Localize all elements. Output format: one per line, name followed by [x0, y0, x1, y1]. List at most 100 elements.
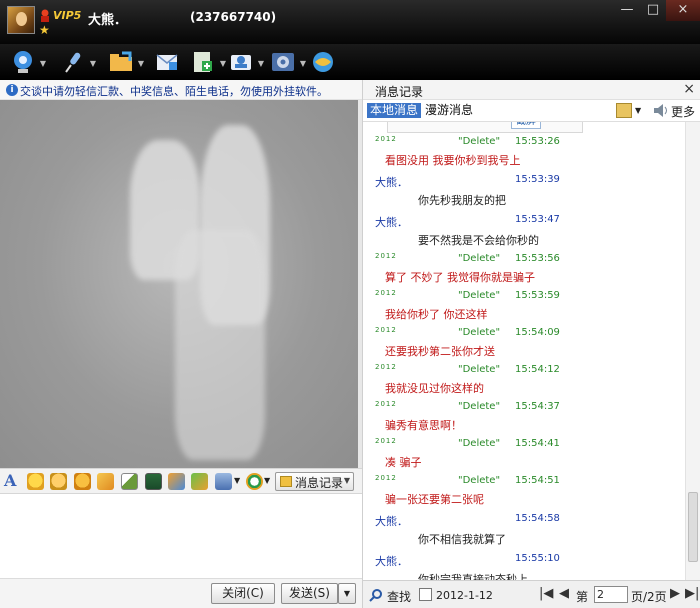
hand-icon[interactable]	[97, 473, 114, 490]
speaker-icon[interactable]	[652, 103, 668, 118]
page-prefix: 第	[576, 590, 589, 604]
send-file-button[interactable]: ▼	[108, 49, 144, 75]
safety-warning-text: 交谈中请勿轻信汇款、中奖信息、陌生电话，勿使用外挂软件。	[20, 85, 328, 98]
avatar[interactable]	[7, 6, 35, 34]
deleted-label: "Delete"	[458, 401, 501, 412]
voice-call-button[interactable]: ▼	[60, 49, 96, 75]
send-bar: 关闭(C) 发送(S) ▼	[0, 578, 362, 608]
scrollbar-thumb[interactable]	[688, 492, 698, 562]
maximize-button[interactable]: □	[640, 0, 666, 21]
close-window-button[interactable]: ×	[666, 0, 700, 21]
prev-page-button[interactable]: ◀	[559, 586, 569, 601]
message-time: 15:53:26	[515, 136, 560, 147]
gear-icon	[272, 53, 294, 71]
app-center-button[interactable]	[310, 49, 336, 75]
screenshot-icon[interactable]	[215, 473, 232, 490]
sms-button[interactable]	[154, 49, 180, 75]
message-text: 算了 不妙了 我觉得你就是骗子	[385, 271, 535, 284]
history-title: 消息记录	[375, 85, 424, 99]
music-icon[interactable]	[168, 473, 185, 490]
more-button[interactable]: 更多	[671, 103, 695, 120]
message-year: 2012	[375, 289, 397, 297]
emoji-icon[interactable]	[27, 473, 44, 490]
message-year: 2012	[375, 326, 397, 334]
shake-icon[interactable]	[74, 473, 91, 490]
app-button[interactable]: ▼	[190, 49, 226, 75]
history-scrollbar[interactable]	[685, 122, 700, 580]
webcam-icon	[14, 51, 32, 73]
message-sender-row: 大熊． 15:53:39	[363, 174, 685, 190]
font-icon[interactable]: A	[4, 471, 16, 490]
video-call-button[interactable]: ▼	[10, 49, 46, 75]
page-number-input[interactable]: 2	[594, 586, 628, 603]
message-text: 骗秀有意思啊！	[385, 419, 462, 432]
message-text: 骗一张还要第二张呢	[385, 493, 484, 506]
message-text: 你不相信我就算了	[418, 533, 506, 546]
history-list: 截屏 2012 "Delete" 15:53:26 看图没用 我要你秒到我号上大熊． 1…	[363, 122, 685, 580]
export-icon[interactable]	[616, 103, 632, 118]
message-time: 15:54:12	[515, 364, 560, 375]
star-icon: ★	[39, 23, 50, 37]
first-page-button[interactable]: |◀	[539, 586, 553, 601]
settings-button[interactable]: ▼	[270, 49, 306, 75]
next-page-button[interactable]: ▶	[670, 586, 680, 601]
tab-roaming-messages[interactable]: 漫游消息	[425, 103, 473, 118]
message-text: 要不然我是不会给你秒的	[418, 234, 539, 247]
message-time: 15:53:59	[515, 290, 560, 301]
minimize-button[interactable]: —	[614, 0, 640, 21]
sender-name[interactable]: 大熊．	[375, 553, 408, 569]
gift-icon[interactable]	[191, 473, 208, 490]
pen-icon[interactable]	[121, 473, 138, 490]
contact-number: (237667740)	[190, 10, 277, 24]
message-time: 15:54:41	[515, 438, 560, 449]
sender-name[interactable]: 大熊．	[375, 214, 408, 230]
close-history-button[interactable]: ×	[683, 81, 695, 97]
message-time: 15:54:58	[515, 513, 560, 524]
deleted-label: "Delete"	[458, 364, 501, 375]
message-input[interactable]	[0, 494, 362, 578]
last-page-button[interactable]: ▶|	[685, 586, 699, 601]
info-icon: i	[6, 84, 18, 96]
image-stub-label: 截屏	[511, 122, 541, 129]
message-meta-row: 2012 "Delete" 15:54:41	[363, 437, 685, 453]
message-sender-row: 大熊． 15:54:58	[363, 513, 685, 529]
refresh-icon[interactable]	[246, 473, 263, 490]
refresh-dropdown-icon[interactable]: ▼	[264, 476, 272, 486]
search-button[interactable]: 查找	[387, 588, 411, 605]
tab-local-messages[interactable]: 本地消息	[367, 103, 422, 118]
send-options-button[interactable]: ▼	[338, 583, 356, 604]
contact-card-button[interactable]: ▼	[228, 49, 264, 75]
folder-icon	[110, 51, 132, 71]
message-sender-row: 大熊． 15:55:10	[363, 553, 685, 569]
chat-panel: i 交谈中请勿轻信汇款、中奖信息、陌生电话，勿使用外挂软件。 A ▼ ▼ 消息记…	[0, 80, 362, 608]
vip-crown-icon	[41, 9, 49, 22]
search-icon[interactable]	[369, 588, 383, 602]
message-year: 2012	[375, 252, 397, 260]
chat-toolbar: ▼ ▼ ▼ ▼ ▼ ▼	[0, 44, 700, 80]
magic-emoji-icon[interactable]	[50, 473, 67, 490]
message-text: 凑 骗子	[385, 456, 422, 469]
message-text: 我给你秒了 你还这样	[385, 308, 488, 321]
calendar-icon[interactable]	[419, 588, 432, 601]
message-record-button[interactable]: 消息记录 ▼	[275, 472, 354, 491]
message-year: 2012	[375, 363, 397, 371]
message-meta-row: 2012 "Delete" 15:54:09	[363, 326, 685, 342]
chat-display-area[interactable]	[0, 100, 358, 468]
message-time: 15:53:56	[515, 253, 560, 264]
date-label[interactable]: 2012-1-12	[436, 589, 493, 602]
page-suffix: 页/2页	[631, 590, 667, 604]
send-button[interactable]: 发送(S)	[281, 583, 338, 604]
sender-name[interactable]: 大熊．	[375, 513, 408, 529]
close-button[interactable]: 关闭(C)	[211, 583, 275, 604]
sender-name[interactable]: 大熊．	[375, 174, 408, 190]
message-history-panel: 消息记录 × 本地消息 漫游消息 ▼ 更多 截屏 2012 "Delete" 15:…	[362, 80, 700, 608]
message-year: 2012	[375, 474, 397, 482]
message-meta-row: 2012 "Delete" 15:53:26	[363, 135, 685, 151]
export-dropdown-icon[interactable]: ▼	[635, 106, 641, 115]
message-year: 2012	[375, 437, 397, 445]
message-meta-row: 2012 "Delete" 15:53:59	[363, 289, 685, 305]
image-icon[interactable]	[145, 473, 162, 490]
screenshot-dropdown-icon[interactable]: ▼	[234, 476, 242, 486]
message-year: 2012	[375, 400, 397, 408]
image-thumbnail[interactable]: 截屏	[387, 122, 583, 133]
